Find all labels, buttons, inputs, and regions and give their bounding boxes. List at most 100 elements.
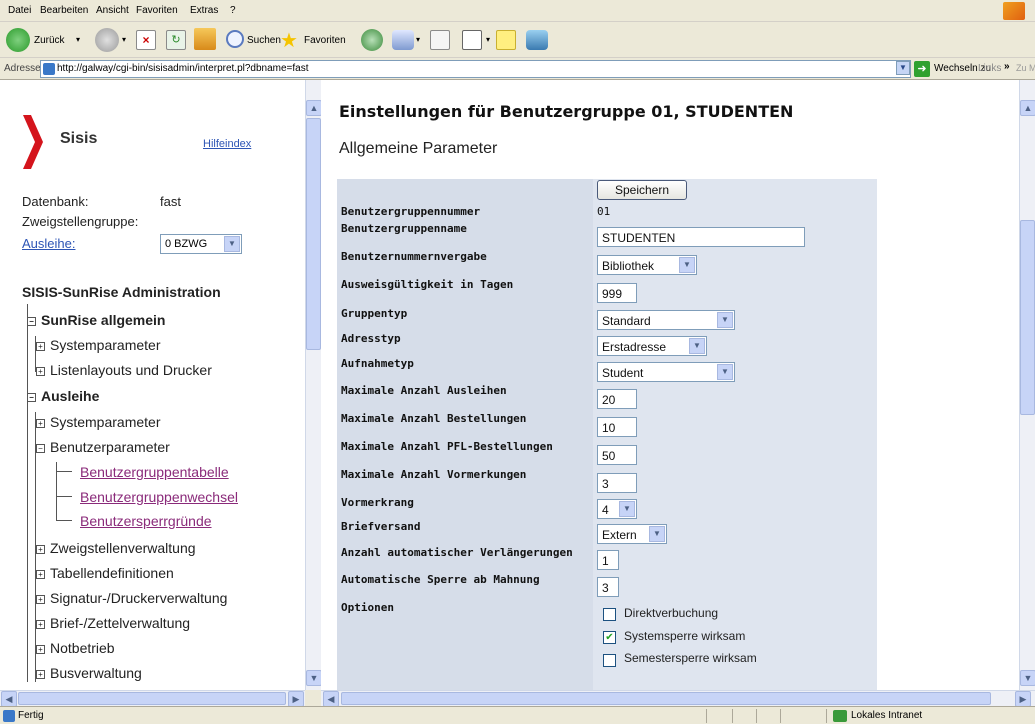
tree-item-zweigstellenverwaltung[interactable]: + Zweigstellenverwaltung [36,540,196,556]
max-pfl-orders-input[interactable]: 50 [597,445,637,465]
tree-item-systemparameter-2[interactable]: + Systemparameter [36,414,160,430]
menu-favoriten[interactable]: Favoriten [136,5,178,16]
left-vertical-scrollbar[interactable]: ▲ ▼ [305,80,322,690]
back-dropdown-icon[interactable]: ▾ [76,35,80,44]
chevron-down-icon[interactable]: ▼ [649,526,665,542]
max-orders-input[interactable]: 10 [597,417,637,437]
branch-select[interactable]: 0 BZWG ▼ [160,234,242,254]
print-icon[interactable] [430,30,450,50]
help-index-link[interactable]: Hilfeindex [203,138,251,150]
favorites-star-icon[interactable]: ★ [280,28,298,53]
expand-icon[interactable]: + [36,342,45,351]
edit-dropdown-icon[interactable]: ▾ [486,35,490,44]
collapse-icon[interactable]: − [27,317,36,326]
right-vertical-scrollbar[interactable]: ▲ ▼ [1019,80,1035,690]
edit-icon[interactable] [462,30,482,50]
back-icon[interactable] [6,28,30,52]
history-icon[interactable] [361,29,383,51]
mail-dropdown-icon[interactable]: ▾ [416,35,420,44]
favorites-label[interactable]: Favoriten [304,35,346,46]
scroll-left-icon[interactable]: ◀ [1,691,17,707]
menu-bearbeiten[interactable]: Bearbeiten [40,5,88,16]
ausleihe-link-text[interactable]: Ausleihe: [22,236,75,251]
address-type-select[interactable]: Erstadresse ▼ [597,336,707,356]
benutzergruppenwechsel-link[interactable]: Benutzergruppenwechsel [80,489,238,505]
menu-ansicht[interactable]: Ansicht [96,5,129,16]
search-label[interactable]: Suchen [247,35,281,46]
max-loans-input[interactable]: 20 [597,389,637,409]
option-checkbox-semestersperre[interactable] [603,654,616,667]
tree-item-ausleihe[interactable]: − Ausleihe [27,388,99,404]
menu-datei[interactable]: Datei [8,5,31,16]
expand-icon[interactable]: + [36,645,45,654]
tree-item-systemparameter-1[interactable]: + Systemparameter [36,337,160,353]
menu-extras[interactable]: Extras [190,5,218,16]
benutzersperrgruende-link[interactable]: Benutzersperrgründe [80,513,212,529]
refresh-icon[interactable]: ↻ [166,30,186,50]
tree-item-busverwaltung[interactable]: + Busverwaltung [36,665,142,681]
benutzergruppentabelle-link[interactable]: Benutzergruppentabelle [80,464,229,480]
number-assignment-select[interactable]: Bibliothek ▼ [597,255,697,275]
auto-block-input[interactable]: 3 [597,577,619,597]
tree-item-listenlayouts[interactable]: + Listenlayouts und Drucker [36,362,212,378]
go-arrow-icon[interactable]: ➜ [914,61,930,77]
option-checkbox-direktverbuchung[interactable] [603,608,616,621]
expand-icon[interactable]: + [36,367,45,376]
expand-icon[interactable]: + [36,545,45,554]
option-checkbox-systemsperre[interactable]: ✔ [603,631,616,644]
chevron-down-icon[interactable]: ▼ [679,257,695,273]
messenger-icon[interactable] [526,30,548,50]
expand-icon[interactable]: + [36,670,45,679]
address-input[interactable]: http://galway/cgi-bin/sisisadmin/interpr… [40,60,911,78]
scroll-thumb[interactable] [18,692,286,705]
scroll-right-icon[interactable]: ▶ [288,691,304,707]
collapse-icon[interactable]: − [27,393,36,402]
scroll-up-icon[interactable]: ▲ [1020,100,1035,116]
auto-renewals-input[interactable]: 1 [597,550,619,570]
menu-help[interactable]: ? [230,5,236,16]
collapse-icon[interactable]: − [36,444,45,453]
home-icon[interactable] [194,28,216,50]
chevron-down-icon[interactable]: ▼ [619,501,635,517]
scroll-right-icon[interactable]: ▶ [1015,691,1031,707]
right-horizontal-scrollbar[interactable]: ◀ ▶ [321,690,1035,707]
address-dropdown-icon[interactable]: ▼ [896,61,910,75]
tree-item-tabellendefinitionen[interactable]: + Tabellendefinitionen [36,565,174,581]
expand-icon[interactable]: + [36,620,45,629]
tree-item-benutzerparameter[interactable]: − Benutzerparameter [36,439,170,455]
scroll-down-icon[interactable]: ▼ [306,670,322,686]
tree-item-briefverwaltung[interactable]: + Brief-/Zettelverwaltung [36,615,190,631]
ausleihe-link[interactable]: Ausleihe: [22,236,75,251]
expand-icon[interactable]: + [36,570,45,579]
stop-icon[interactable]: × [136,30,156,50]
group-name-input[interactable]: STUDENTEN [597,227,805,247]
links-more-icon[interactable]: » [1004,61,1010,72]
scroll-up-icon[interactable]: ▲ [306,100,322,116]
scroll-thumb[interactable] [1020,220,1035,415]
id-validity-input[interactable]: 999 [597,283,637,303]
forward-icon[interactable] [95,28,119,52]
chevron-down-icon[interactable]: ▼ [224,236,240,252]
mail-icon[interactable] [392,30,414,50]
zumy-link[interactable]: Zu My [1016,63,1035,73]
scroll-left-icon[interactable]: ◀ [323,691,339,707]
scroll-thumb[interactable] [341,692,991,705]
tree-item-sunrise-allgemein[interactable]: − SunRise allgemein [27,312,165,328]
left-horizontal-scrollbar[interactable]: ◀ ▶ [0,690,305,707]
tree-item-notbetrieb[interactable]: + Notbetrieb [36,640,115,656]
tree-item-signaturverwaltung[interactable]: + Signatur-/Druckerverwaltung [36,590,227,606]
letter-dispatch-select[interactable]: Extern ▼ [597,524,667,544]
notes-icon[interactable] [496,30,516,50]
save-button[interactable]: Speichern [597,180,687,200]
forward-dropdown-icon[interactable]: ▾ [122,35,126,44]
back-label[interactable]: Zurück [34,35,65,46]
scroll-down-icon[interactable]: ▼ [1020,670,1035,686]
reservation-rank-select[interactable]: 4 ▼ [597,499,637,519]
max-reservations-input[interactable]: 3 [597,473,637,493]
admission-type-select[interactable]: Student ▼ [597,362,735,382]
search-icon[interactable] [226,30,244,48]
chevron-down-icon[interactable]: ▼ [717,364,733,380]
scroll-thumb[interactable] [306,118,321,350]
chevron-down-icon[interactable]: ▼ [717,312,733,328]
chevron-down-icon[interactable]: ▼ [689,338,705,354]
